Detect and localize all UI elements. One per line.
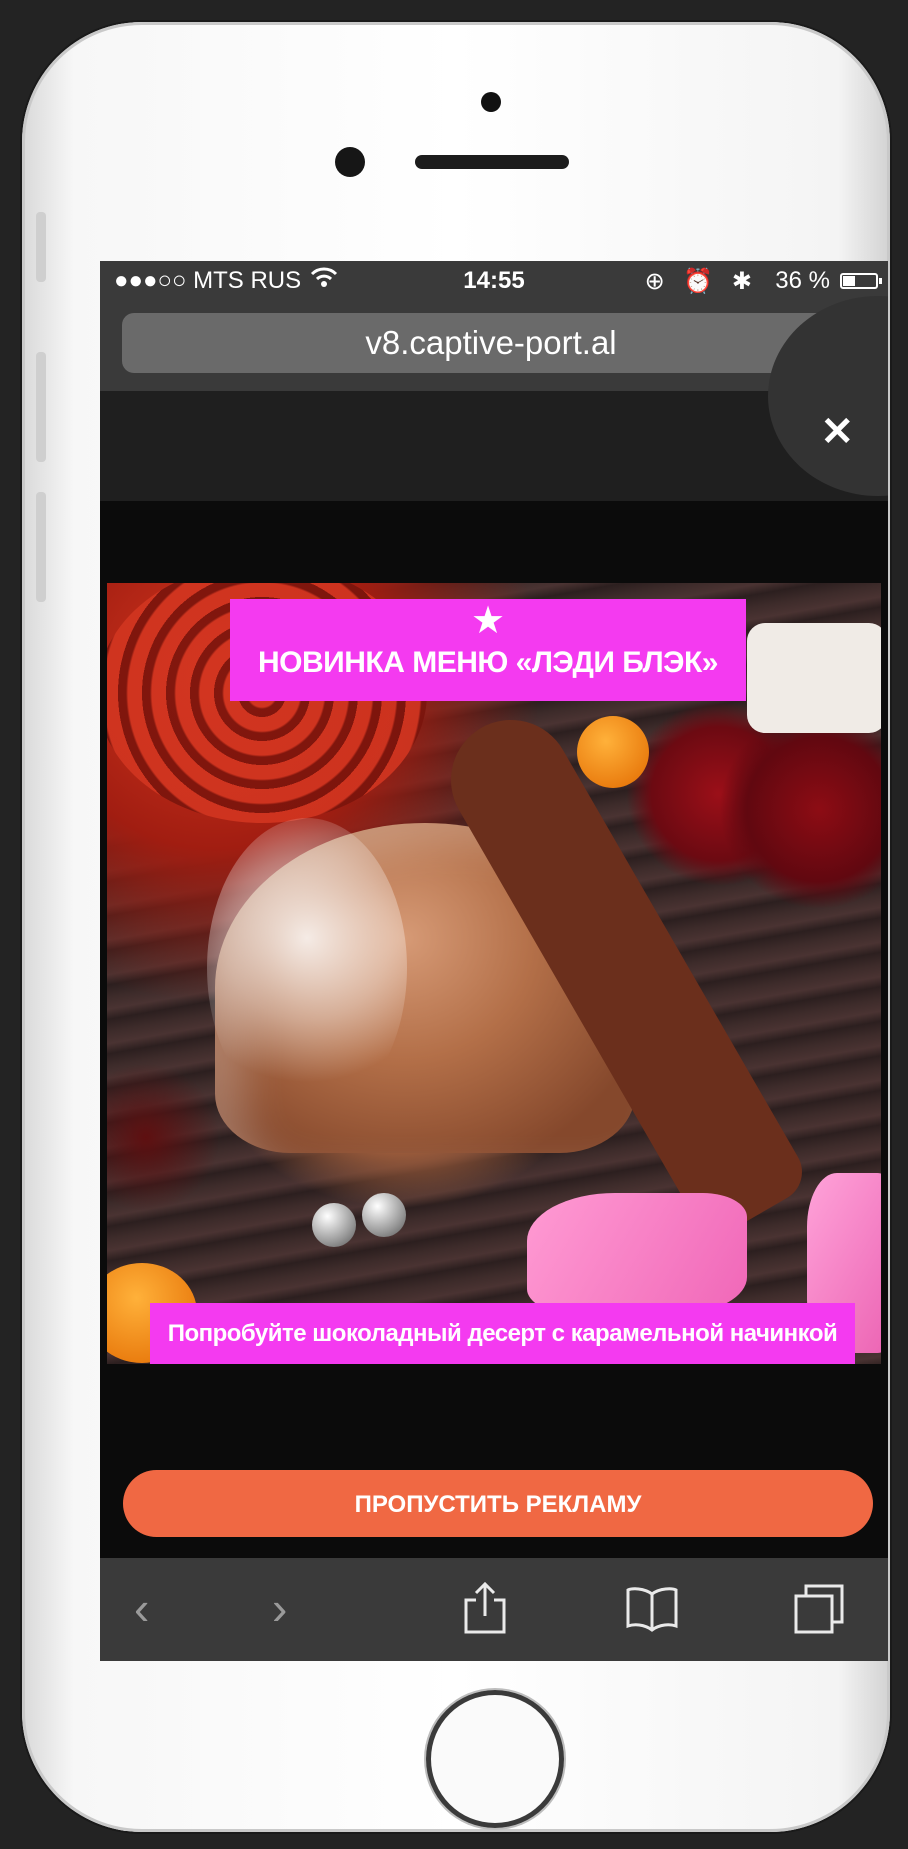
back-icon[interactable]: ‹ [134, 1580, 149, 1636]
browser-toolbar: ‹ › [100, 1558, 888, 1661]
front-camera [335, 147, 365, 177]
tabs-icon[interactable] [792, 1580, 848, 1648]
skip-ad-button[interactable]: ПРОПУСТИТЬ РЕКЛАМУ [123, 1470, 873, 1537]
battery-icon [840, 273, 882, 289]
address-bar[interactable]: v8.captive-port.al ↻ [122, 313, 860, 373]
status-icons: ⊕ ⏰ ✱ [644, 268, 758, 295]
forward-icon[interactable]: › [272, 1580, 287, 1636]
ad-caption: Попробуйте шоколадный десерт с карамельн… [150, 1303, 855, 1364]
volume-down-button [36, 492, 46, 602]
battery-percent: 36 % [775, 267, 830, 294]
share-icon[interactable] [462, 1580, 508, 1648]
ad-headline-banner: ★ НОВИНКА МЕНЮ «ЛЭДИ БЛЭК» [230, 599, 746, 701]
marshmallow-image [747, 623, 881, 733]
earpiece-speaker [415, 155, 569, 169]
ad-banner-image[interactable]: ★ НОВИНКА МЕНЮ «ЛЭДИ БЛЭК» Попробуйте шо… [107, 583, 881, 1364]
ad-headline-text: НОВИНКА МЕНЮ «ЛЭДИ БЛЭК» [258, 646, 718, 679]
url-text: v8.captive-port.al [365, 324, 617, 361]
pearl-candy [312, 1203, 356, 1247]
volume-up-button [36, 352, 46, 462]
ribbon-image [527, 1193, 747, 1313]
mute-switch [36, 212, 46, 282]
phone-screen: ●●●○○ MTS RUS 14:55 ⊕ ⏰ ✱ 36 % v8.captiv… [100, 261, 888, 1661]
status-bar: ●●●○○ MTS RUS 14:55 ⊕ ⏰ ✱ 36 % [100, 261, 888, 301]
sugar-powder [207, 818, 407, 1118]
kumquat-image [577, 716, 649, 788]
phone-frame: ●●●○○ MTS RUS 14:55 ⊕ ⏰ ✱ 36 % v8.captiv… [22, 22, 890, 1832]
bookmarks-icon[interactable] [624, 1580, 680, 1648]
home-button[interactable] [426, 1690, 564, 1828]
clock: 14:55 [463, 267, 525, 294]
ad-top-bar: ✕ [100, 296, 888, 501]
star-icon: ★ [470, 600, 506, 642]
proximity-sensor [481, 92, 501, 112]
pearl-candy [362, 1193, 406, 1237]
close-ad-button[interactable]: ✕ [820, 409, 854, 455]
